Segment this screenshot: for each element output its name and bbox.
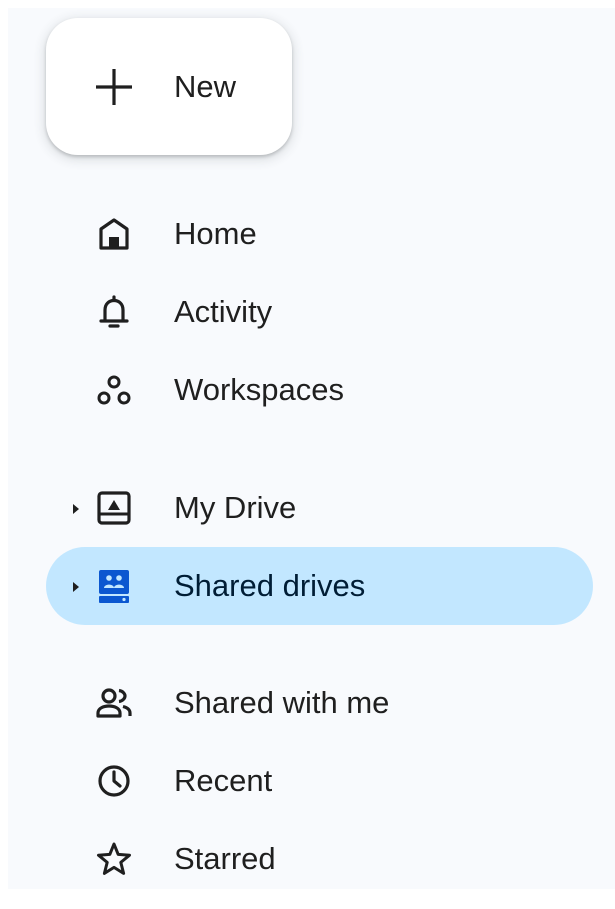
workspaces-icon bbox=[94, 370, 134, 410]
expand-arrow-icon[interactable] bbox=[72, 580, 80, 592]
plus-icon bbox=[94, 67, 134, 107]
expand-arrow-icon[interactable] bbox=[72, 502, 80, 514]
new-button-label: New bbox=[174, 68, 237, 104]
people-icon bbox=[94, 683, 134, 723]
sidebar-item-label: Home bbox=[174, 216, 257, 251]
sidebar-item-activity[interactable]: Activity bbox=[46, 273, 593, 351]
sidebar-item-label: Shared drives bbox=[174, 568, 366, 603]
star-icon bbox=[94, 839, 134, 879]
sidebar-item-recent[interactable]: Recent bbox=[46, 742, 593, 820]
sidebar-item-label: Shared with me bbox=[174, 685, 390, 720]
sidebar-item-starred[interactable]: Starred bbox=[46, 820, 593, 898]
sidebar-item-home[interactable]: Home bbox=[46, 195, 593, 273]
clock-icon bbox=[94, 761, 134, 801]
top-margin bbox=[0, 0, 615, 8]
sidebar-item-label: Workspaces bbox=[174, 372, 344, 407]
sidebar-item-shared-with-me[interactable]: Shared with me bbox=[46, 664, 593, 742]
sidebar-item-label: Starred bbox=[174, 841, 276, 876]
shared-drives-icon bbox=[94, 566, 134, 606]
sidebar-item-label: Activity bbox=[174, 294, 273, 329]
sidebar-item-label: Recent bbox=[174, 763, 273, 798]
drive-icon bbox=[94, 488, 134, 528]
sidebar-item-shared-drives[interactable]: Shared drives bbox=[46, 547, 593, 625]
bell-icon bbox=[94, 292, 134, 332]
sidebar-item-workspaces[interactable]: Workspaces bbox=[46, 351, 593, 429]
home-icon bbox=[94, 214, 134, 254]
sidebar-item-label: My Drive bbox=[174, 490, 297, 525]
new-button[interactable]: New bbox=[46, 18, 292, 155]
sidebar-item-my-drive[interactable]: My Drive bbox=[46, 469, 593, 547]
